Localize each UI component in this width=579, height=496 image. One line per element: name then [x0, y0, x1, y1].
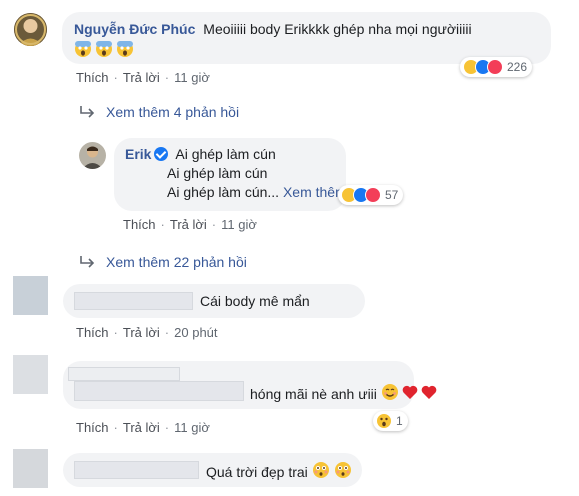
like-link[interactable]: Thích — [76, 420, 109, 435]
avatar-image — [79, 142, 106, 169]
reaction-count: 226 — [507, 60, 528, 74]
avatar-blurred[interactable] — [13, 276, 48, 315]
reply-author[interactable]: Erik — [125, 146, 151, 162]
reply-arrow-icon — [80, 256, 95, 268]
reaction-summary-3[interactable]: 1 — [373, 411, 408, 431]
smiling-face-emoji — [381, 384, 398, 400]
reaction-count: 1 — [396, 414, 403, 428]
reply-line-2: Ai ghép làm cún — [167, 165, 268, 181]
comment-text: Meoiiiii body Erikkkk ghép nha mọi người… — [203, 21, 472, 37]
flushed-face-emoji — [312, 462, 329, 478]
separator-dot: · — [113, 70, 118, 85]
love-icon — [487, 59, 503, 75]
flushed-face-emoji — [334, 462, 351, 478]
comment-actions-2: Thích · Trả lời · 20 phút — [76, 325, 218, 340]
screaming-face-emoji — [75, 41, 91, 57]
comment-actions-3: Thích · Trả lời · 11 giờ — [76, 420, 210, 435]
blurred-author-name — [74, 461, 199, 479]
avatar-image — [14, 13, 47, 46]
separator-dot: · — [113, 325, 118, 340]
reply-link[interactable]: Trả lời — [123, 420, 160, 435]
view-more-replies-link[interactable]: Xem thêm 4 phản hồi — [78, 104, 239, 120]
timestamp[interactable]: 11 giờ — [221, 217, 257, 232]
comment-text: Cái body mê mẩn — [200, 293, 310, 309]
reaction-count: 57 — [385, 188, 399, 202]
reply-actions-erik: Thích · Trả lời · 11 giờ — [123, 217, 257, 232]
separator-dot: · — [164, 70, 170, 85]
red-heart-emoji — [402, 385, 418, 399]
red-heart-emoji — [421, 385, 437, 399]
reaction-summary-1[interactable]: 226 — [460, 57, 533, 77]
blurred-author-name — [74, 381, 244, 401]
separator-dot: · — [160, 217, 165, 232]
timestamp[interactable]: 11 giờ — [174, 420, 210, 435]
blurred-author-name — [68, 367, 180, 381]
view-more-replies-link[interactable]: Xem thêm 22 phản hồi — [78, 254, 247, 270]
screaming-face-emoji — [117, 41, 133, 57]
comment-actions-1: Thích · Trả lời · 11 giờ — [76, 70, 210, 85]
reply-link[interactable]: Trả lời — [123, 325, 160, 340]
like-link[interactable]: Thích — [76, 325, 109, 340]
view-more-replies-label: Xem thêm 22 phản hồi — [106, 254, 247, 270]
reply-line-1: Ai ghép làm cún — [175, 146, 276, 162]
timestamp[interactable]: 11 giờ — [174, 70, 210, 85]
separator-dot: · — [113, 420, 118, 435]
wow-icon — [376, 413, 392, 429]
like-link[interactable]: Thích — [123, 217, 156, 232]
blurred-author-name — [74, 292, 193, 310]
verified-badge-icon — [154, 147, 169, 161]
comment-bubble-2: Cái body mê mẩn — [63, 284, 365, 318]
comment-text: Quá trời đẹp trai — [206, 464, 308, 480]
comment-text: hóng mãi nè anh ưiii — [250, 386, 377, 402]
reply-bubble-erik: Erik Ai ghép làm cún Ai ghép làm cún Ai … — [114, 138, 347, 211]
comment-bubble-3: hóng mãi nè anh ưiii — [63, 361, 437, 409]
comment-author[interactable]: Nguyễn Đức Phúc — [74, 21, 195, 37]
like-link[interactable]: Thích — [76, 70, 109, 85]
separator-dot: · — [164, 325, 170, 340]
reaction-summary-erik[interactable]: 57 — [338, 185, 404, 205]
avatar-erik[interactable] — [79, 142, 106, 169]
avatar-blurred[interactable] — [13, 449, 48, 488]
reply-line-3: Ai ghép làm cún... — [167, 184, 280, 200]
reply-link[interactable]: Trả lời — [170, 217, 207, 232]
avatar-blurred[interactable] — [13, 355, 48, 394]
separator-dot: · — [211, 217, 217, 232]
comment-bubble-4: Quá trời đẹp trai — [63, 453, 362, 487]
screaming-face-emoji — [96, 41, 112, 57]
love-icon — [365, 187, 381, 203]
timestamp[interactable]: 20 phút — [174, 325, 217, 340]
see-more-link[interactable]: Xem thêm — [283, 184, 347, 200]
reply-arrow-icon — [80, 106, 95, 118]
avatar-nguyen-duc-phuc[interactable] — [14, 13, 47, 46]
comment-emoji-group — [312, 462, 351, 478]
comment-emoji-group — [381, 384, 437, 400]
separator-dot: · — [164, 420, 170, 435]
reply-link[interactable]: Trả lời — [123, 70, 160, 85]
view-more-replies-label: Xem thêm 4 phản hồi — [106, 104, 240, 120]
